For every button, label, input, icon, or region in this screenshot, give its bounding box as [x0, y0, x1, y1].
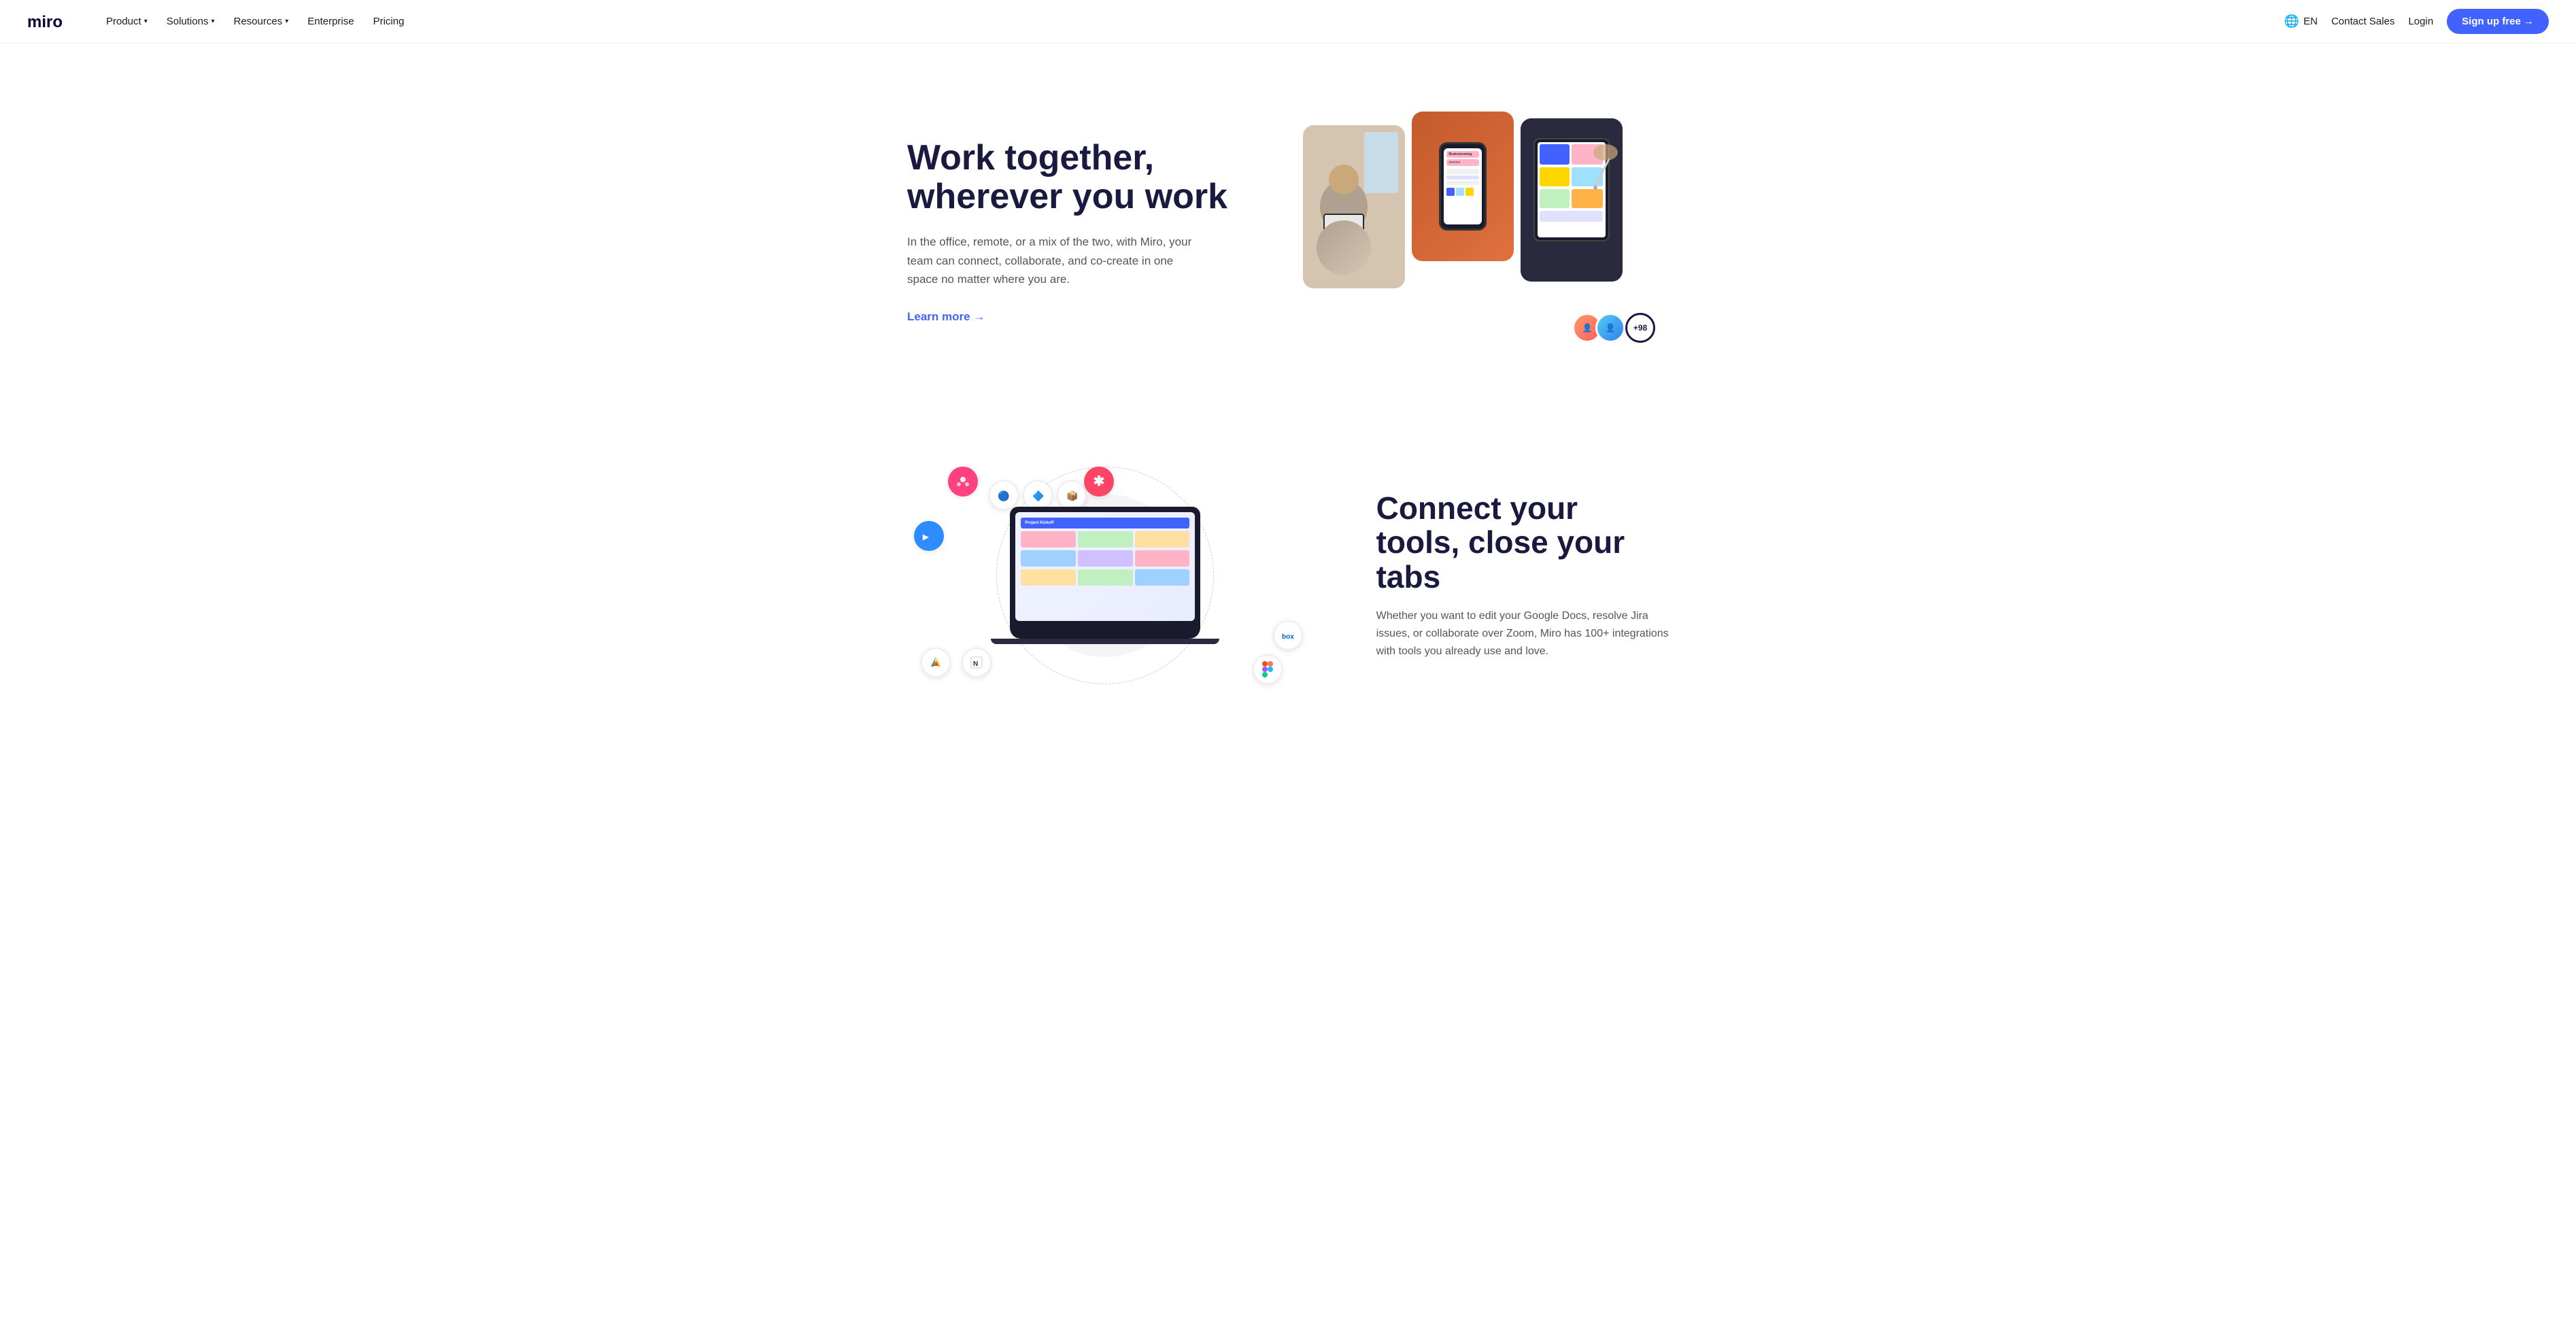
- navbar: miro Product ▾ Solutions ▾ Resources ▾ E…: [0, 0, 2576, 44]
- hero-images: Brainstorming session: [1303, 112, 1669, 316]
- hero-image-phone: Brainstorming session: [1412, 112, 1514, 261]
- notion-icon: N: [962, 647, 992, 677]
- nav-left: miro Product ▾ Solutions ▾ Resources ▾ E…: [27, 10, 412, 33]
- hero-section: Work together, wherever you work In the …: [880, 44, 1696, 378]
- hero-image-person: [1303, 125, 1405, 288]
- tools-section-inner: 🔷 📦 🔵 ✱: [907, 460, 1669, 691]
- tools-title: Connect your tools, close your tabs: [1376, 491, 1669, 594]
- svg-text:▶: ▶: [922, 533, 929, 541]
- tools-visual: 🔷 📦 🔵 ✱: [907, 460, 1303, 691]
- nav-links: Product ▾ Solutions ▾ Resources ▾ Enterp…: [98, 10, 412, 33]
- svg-text:🔷: 🔷: [1032, 490, 1044, 502]
- zoom-icon: ▶: [914, 521, 944, 551]
- tools-description: Whether you want to edit your Google Doc…: [1376, 607, 1669, 660]
- avatars-row: 👤 👤 +98: [1572, 313, 1655, 343]
- tools-section: 🔷 📦 🔵 ✱: [880, 419, 1696, 732]
- dropbox-icon: 📦: [1057, 480, 1087, 510]
- nav-signup-button[interactable]: Sign up free →: [2447, 9, 2549, 34]
- nav-resources[interactable]: Resources ▾: [225, 10, 296, 33]
- globe-icon: 🌐: [2284, 14, 2299, 29]
- svg-text:box: box: [1282, 633, 1294, 641]
- svg-text:🔵: 🔵: [998, 490, 1009, 502]
- avatar-count: +98: [1625, 313, 1655, 343]
- nav-product[interactable]: Product ▾: [98, 10, 156, 33]
- google-drive-icon: 🔺: [921, 647, 951, 677]
- tools-content: Connect your tools, close your tabs Whet…: [1349, 491, 1669, 660]
- svg-text:N: N: [973, 660, 978, 668]
- chevron-down-icon: ▾: [285, 18, 288, 25]
- svg-text:🔺: 🔺: [930, 658, 941, 669]
- nav-right: 🌐 EN Contact Sales Login Sign up free →: [2284, 9, 2549, 34]
- laptop-mockup: Project Kickoff: [1010, 507, 1200, 644]
- nav-solutions[interactable]: Solutions ▾: [158, 10, 223, 33]
- hero-content: Work together, wherever you work In the …: [907, 112, 1273, 324]
- microsoft-teams-icon: 🔵: [989, 480, 1019, 510]
- hero-description: In the office, remote, or a mix of the t…: [907, 233, 1193, 288]
- logo[interactable]: miro: [27, 12, 76, 31]
- box-icon: box: [1273, 620, 1303, 650]
- svg-text:📦: 📦: [1066, 490, 1078, 502]
- chevron-down-icon: ▾: [144, 18, 148, 25]
- hero-learn-more-link[interactable]: Learn more →: [907, 310, 985, 324]
- nav-login[interactable]: Login: [2408, 16, 2433, 27]
- nav-pricing[interactable]: Pricing: [365, 10, 413, 33]
- asana-icon: [948, 467, 978, 497]
- hero-title: Work together, wherever you work: [907, 139, 1273, 216]
- avatar-2: 👤: [1595, 313, 1625, 343]
- hero-image-tablet: [1521, 118, 1623, 282]
- nav-contact-sales[interactable]: Contact Sales: [2331, 16, 2394, 27]
- nav-language[interactable]: 🌐 EN: [2284, 14, 2318, 29]
- figma-icon: [1253, 654, 1283, 684]
- svg-text:miro: miro: [27, 13, 63, 31]
- chevron-down-icon: ▾: [211, 18, 214, 25]
- slack-icon: 🔷: [1023, 480, 1053, 510]
- asterisk-icon: ✱: [1084, 467, 1114, 497]
- nav-enterprise[interactable]: Enterprise: [299, 10, 362, 33]
